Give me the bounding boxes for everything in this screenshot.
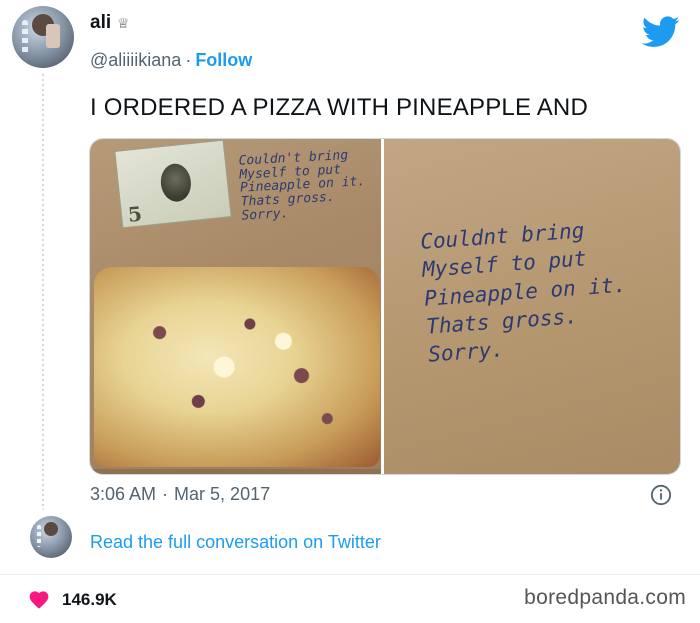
tweet-time: 3:06 AM [90, 484, 157, 504]
author-handle-row: @aliiiikiana · Follow [90, 50, 252, 71]
like-count: 146.9K [62, 590, 117, 609]
photo-pizza-box[interactable]: 5 Couldn't bring Myself to put Pineapple… [90, 139, 382, 474]
bill-value: 5 [126, 201, 144, 227]
avatar-head [44, 522, 58, 536]
handwritten-note-small: Couldn't bring Myself to put Pineapple o… [238, 147, 381, 223]
crown-icon: ♕ [117, 14, 130, 31]
photo-note-closeup[interactable]: Couldnt bring Myself to put Pineapple on… [384, 139, 680, 474]
display-name[interactable]: ali [90, 12, 111, 34]
tweet-text: I ORDERED A PIZZA WITH PINEAPPLE AND [90, 94, 588, 121]
heart-icon[interactable] [28, 589, 50, 609]
separator-dot: · [185, 50, 192, 70]
five-dollar-bill: 5 [114, 139, 232, 229]
thread-line [42, 74, 44, 510]
avatar-light-strip [22, 20, 28, 54]
follow-button[interactable]: Follow [195, 50, 252, 70]
info-icon[interactable] [650, 484, 672, 506]
bill-portrait [158, 162, 193, 204]
avatar[interactable] [12, 6, 74, 68]
pizza [94, 267, 380, 467]
author-name-row: ali ♕ [90, 12, 130, 34]
tweet-card: ali ♕ @aliiiikiana · Follow I ORDERED A PI… [0, 0, 700, 623]
avatar-light-strip [37, 525, 41, 547]
media-grid[interactable]: 5 Couldn't bring Myself to put Pineapple… [89, 138, 681, 475]
tweet-date: Mar 5, 2017 [174, 484, 271, 504]
separator-dot: · [162, 484, 169, 504]
divider [0, 574, 700, 575]
avatar-phone [46, 24, 60, 48]
handwritten-note-large: Couldnt bring Myself to put Pineapple on… [419, 210, 678, 369]
box-edge [90, 469, 382, 474]
user-handle[interactable]: @aliiiikiana [90, 50, 181, 70]
read-conversation-link[interactable]: Read the full conversation on Twitter [90, 532, 381, 553]
watermark: boredpanda.com [524, 586, 686, 609]
tweet-timestamp[interactable]: 3:06 AM · Mar 5, 2017 [90, 484, 270, 505]
twitter-bird-icon[interactable] [642, 16, 680, 48]
avatar-small[interactable] [30, 516, 72, 558]
